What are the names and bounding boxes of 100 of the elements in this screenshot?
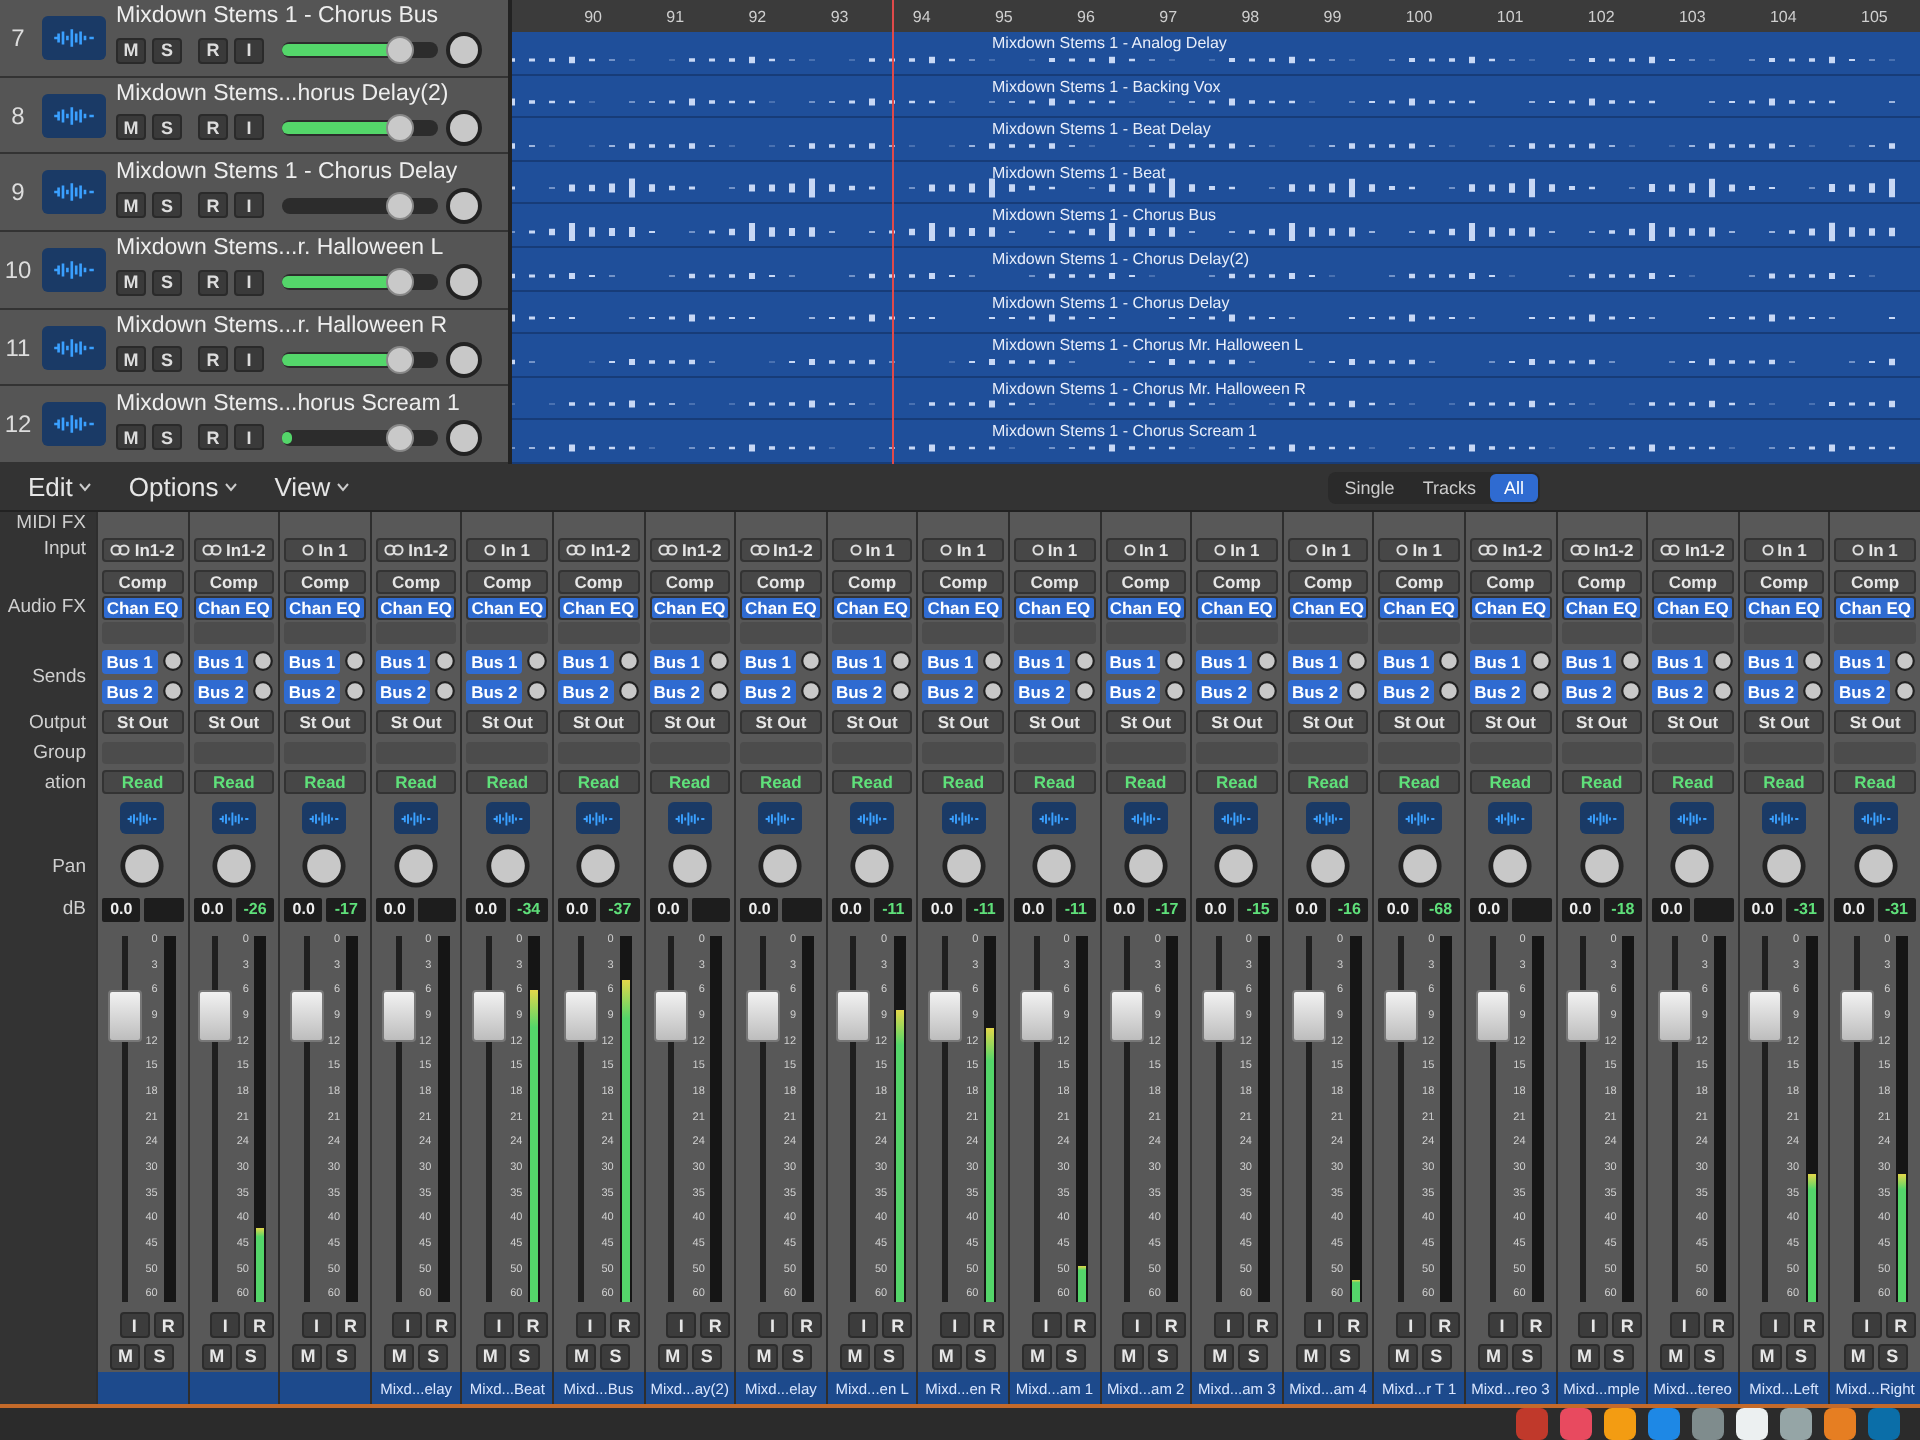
send-slot[interactable]: Bus 1 <box>1561 649 1617 673</box>
automation-mode[interactable]: Read <box>1561 770 1643 794</box>
output-slot[interactable]: St Out <box>1105 710 1187 734</box>
track-icon-button[interactable] <box>1670 802 1715 834</box>
strip-button[interactable]: R <box>426 1312 457 1338</box>
track-button[interactable]: M <box>116 424 146 451</box>
send-slot[interactable]: Bus 1 <box>1469 649 1525 673</box>
send-slot[interactable]: Bus 1 <box>1105 649 1161 673</box>
send-knob[interactable] <box>1255 650 1278 672</box>
track-icon-button[interactable] <box>1397 802 1442 834</box>
track-icon-button[interactable] <box>485 802 530 834</box>
send-slot[interactable]: Bus 2 <box>1469 679 1525 703</box>
plugin-slot[interactable]: Comp <box>1287 569 1369 593</box>
fader-cap[interactable] <box>198 990 233 1043</box>
input-slot[interactable]: In 1 <box>831 537 913 561</box>
strip-button[interactable]: R <box>1429 1312 1460 1338</box>
strip-button[interactable]: S <box>874 1343 905 1369</box>
strip-button[interactable]: I <box>1487 1312 1517 1338</box>
send-knob[interactable] <box>1437 650 1460 672</box>
track-icon-button[interactable] <box>42 93 106 137</box>
output-slot[interactable]: St Out <box>831 710 913 734</box>
send-knob[interactable] <box>1073 650 1096 672</box>
menu-button[interactable]: Options <box>120 472 247 502</box>
send-slot[interactable]: Bus 1 <box>284 649 340 673</box>
track-button[interactable]: S <box>152 192 182 219</box>
send-knob[interactable] <box>1620 650 1643 672</box>
track-button[interactable]: I <box>234 114 264 141</box>
send-slot[interactable]: Bus 2 <box>740 679 796 703</box>
pan-knob[interactable] <box>1759 842 1808 890</box>
send-knob[interactable] <box>1346 650 1369 672</box>
track-button[interactable]: S <box>152 37 182 64</box>
output-slot[interactable]: St Out <box>1287 710 1369 734</box>
send-slot[interactable]: Bus 1 <box>1287 649 1343 673</box>
input-slot[interactable]: In1-2 <box>102 537 184 561</box>
strip-button[interactable]: R <box>973 1312 1004 1338</box>
automation-mode[interactable]: Read <box>284 770 366 794</box>
pan-knob[interactable] <box>1668 842 1717 890</box>
strip-button[interactable]: S <box>1330 1343 1361 1369</box>
strip-button[interactable]: S <box>782 1343 813 1369</box>
input-slot[interactable]: In1-2 <box>1652 537 1734 561</box>
track-icon-button[interactable] <box>758 802 803 834</box>
plugin-slot[interactable]: Comp <box>1105 569 1187 593</box>
pan-knob[interactable] <box>1577 842 1626 890</box>
plugin-slot[interactable]: Comp <box>740 569 822 593</box>
fader-cap[interactable] <box>745 990 780 1043</box>
strip-button[interactable]: I <box>1031 1312 1062 1338</box>
pan-knob[interactable] <box>1395 842 1444 890</box>
strip-button[interactable]: I <box>483 1312 514 1338</box>
track-icon-button[interactable] <box>42 15 106 60</box>
plugin-slot[interactable]: Chan EQ <box>1287 595 1369 619</box>
audio-region[interactable]: Mixdown Stems 1 - Beat Delay <box>512 118 1920 162</box>
automation-mode[interactable]: Read <box>557 770 640 794</box>
send-slot[interactable]: Bus 2 <box>1378 679 1434 703</box>
automation-mode[interactable]: Read <box>102 770 184 794</box>
send-knob[interactable] <box>981 680 1004 702</box>
send-knob[interactable] <box>1164 650 1187 672</box>
send-slot[interactable]: Bus 1 <box>922 649 978 673</box>
send-slot[interactable]: Bus 1 <box>1196 649 1252 673</box>
input-slot[interactable]: In1-2 <box>740 537 822 561</box>
track-icon-button[interactable] <box>302 802 347 834</box>
send-slot[interactable]: Bus 2 <box>831 679 887 703</box>
plugin-slot[interactable]: Comp <box>831 569 913 593</box>
fader-cap[interactable] <box>1748 990 1783 1043</box>
track-button[interactable]: I <box>234 424 264 451</box>
strip-button[interactable]: S <box>1694 1343 1725 1369</box>
input-slot[interactable]: In 1 <box>1834 537 1916 561</box>
plugin-slot[interactable]: Comp <box>1561 569 1643 593</box>
input-slot[interactable]: In1-2 <box>375 537 457 561</box>
automation-mode[interactable]: Read <box>649 770 731 794</box>
send-slot[interactable]: Bus 2 <box>1834 679 1890 703</box>
send-slot[interactable]: Bus 1 <box>1834 649 1890 673</box>
input-slot[interactable]: In1-2 <box>1469 537 1551 561</box>
output-slot[interactable]: St Out <box>557 710 640 734</box>
track-header[interactable]: 12 Mixdown Stems...horus Scream 1 M S R I <box>0 386 508 465</box>
strip-button[interactable]: S <box>1603 1343 1634 1369</box>
track-button[interactable]: M <box>116 346 146 373</box>
plugin-slot[interactable]: Comp <box>922 569 1004 593</box>
plugin-slot[interactable]: Chan EQ <box>649 595 731 619</box>
send-knob[interactable] <box>1437 680 1460 702</box>
track-button[interactable]: I <box>234 346 264 373</box>
fader-cap[interactable] <box>1292 990 1327 1043</box>
menu-button[interactable]: Edit <box>20 472 101 502</box>
strip-button[interactable]: I <box>848 1312 879 1338</box>
send-slot[interactable]: Bus 1 <box>831 649 887 673</box>
input-slot[interactable]: In1-2 <box>649 537 731 561</box>
output-slot[interactable]: St Out <box>102 710 184 734</box>
volume-slider[interactable] <box>282 429 438 446</box>
track-button[interactable]: S <box>152 114 182 141</box>
volume-slider[interactable] <box>282 274 438 291</box>
pan-knob[interactable] <box>300 842 349 890</box>
track-icon-button[interactable] <box>394 802 439 834</box>
output-slot[interactable]: St Out <box>466 710 548 734</box>
send-slot[interactable]: Bus 1 <box>193 649 249 673</box>
plugin-slot[interactable]: Chan EQ <box>557 595 640 619</box>
strip-button[interactable]: S <box>1238 1343 1269 1369</box>
pan-knob[interactable] <box>444 417 484 458</box>
send-slot[interactable]: Bus 2 <box>1652 679 1708 703</box>
strip-button[interactable]: I <box>1669 1312 1700 1338</box>
send-slot[interactable]: Bus 1 <box>740 649 796 673</box>
strip-button[interactable]: M <box>1296 1343 1327 1369</box>
